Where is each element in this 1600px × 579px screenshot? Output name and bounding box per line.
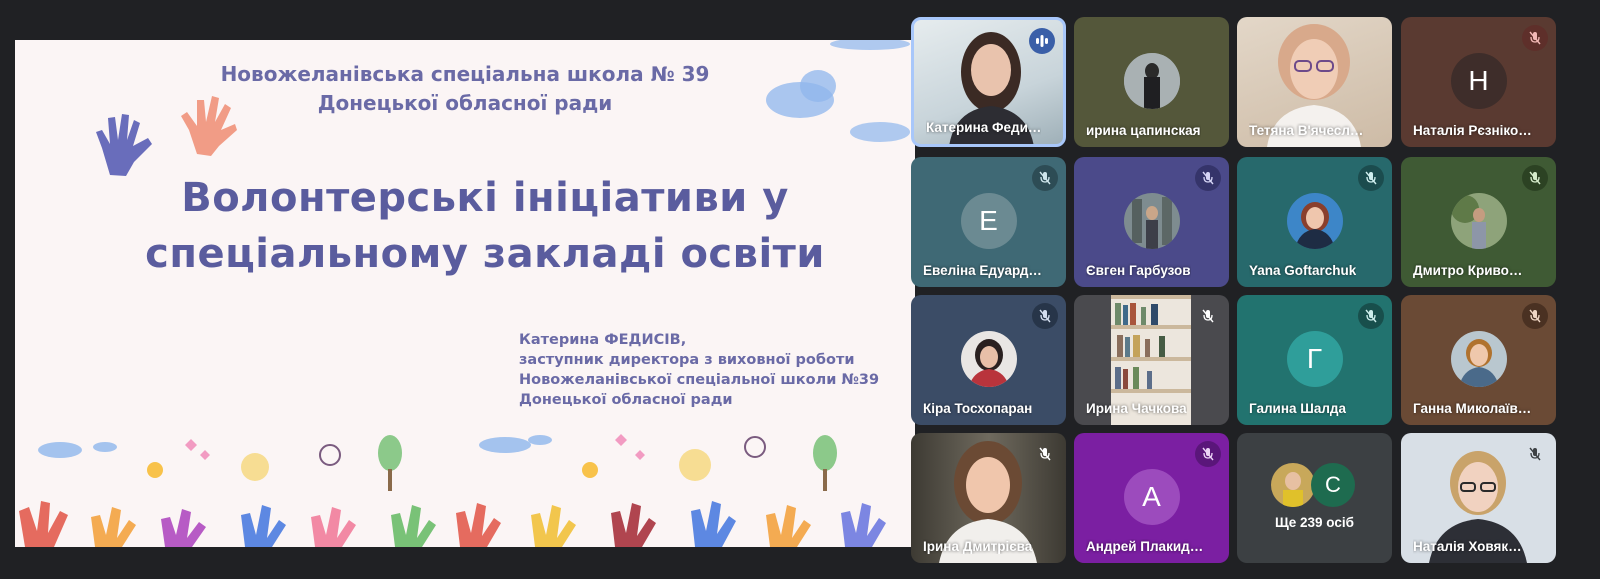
participant-name: Ганна Миколаїв… [1413, 401, 1532, 416]
mic-off-icon [1195, 165, 1221, 191]
participant-tile[interactable]: ирина цапинская [1074, 17, 1229, 147]
school-name: Новожеланівська спеціальна школа № 39 До… [15, 60, 915, 118]
author-line: Донецької обласної ради [519, 392, 733, 408]
author-line: Катерина ФЕДИСІВ, [519, 332, 687, 348]
avatar [960, 331, 1017, 387]
school-name-line1: Новожеланівська спеціальна школа № 39 [220, 62, 710, 86]
participant-name: Галина Шалда [1249, 401, 1346, 416]
mic-off-icon [1195, 441, 1221, 467]
slide-title-line1: Волонтерські ініціативи у [181, 175, 789, 221]
participant-name: Дмитро Криво… [1413, 263, 1523, 278]
mic-off-icon [1522, 25, 1548, 51]
participant-name: Андрей Плакид… [1086, 539, 1204, 554]
participant-tile[interactable]: Н Наталія Рєзніко… [1401, 17, 1556, 147]
author-line: заступник директора з виховної роботи [519, 352, 855, 368]
mic-off-icon [1032, 165, 1058, 191]
participant-tile[interactable]: А Андрей Плакид… [1074, 433, 1229, 563]
more-participants-tile[interactable]: С Ще 239 осіб [1237, 433, 1392, 563]
participant-name: Тетяна В'ячесл… [1249, 123, 1364, 138]
more-participants-count: Ще 239 осіб [1275, 515, 1354, 530]
mic-off-icon [1032, 303, 1058, 329]
avatar: С [1311, 463, 1355, 507]
mic-off-icon [1358, 303, 1384, 329]
avatar [1286, 193, 1343, 249]
mic-off-icon [1195, 303, 1221, 329]
audio-level-icon [1029, 28, 1055, 54]
author-line: Новожеланівської спеціальної школи №39 [519, 372, 880, 388]
mic-off-icon [1358, 165, 1384, 191]
participant-tile[interactable]: Ірина Дмитрієва [911, 433, 1066, 563]
slide-title-line2: спеціальному закладі освіти [145, 231, 825, 277]
mic-off-icon [1032, 441, 1058, 467]
school-name-line2: Донецької обласної ради [317, 91, 613, 115]
avatar: Е [960, 193, 1017, 249]
slide-author-block: Катерина ФЕДИСІВ, заступник директора з … [519, 330, 879, 410]
participant-tile[interactable]: Катерина Феди… [911, 17, 1066, 147]
participant-name: ирина цапинская [1086, 123, 1201, 138]
participant-name: Наталія Ховяк… [1413, 539, 1522, 554]
avatar: Г [1286, 331, 1343, 387]
mic-off-icon [1522, 165, 1548, 191]
participant-tile[interactable]: Е Евеліна Едуард… [911, 157, 1066, 287]
participant-tile[interactable]: Наталія Ховяк… [1401, 433, 1556, 563]
avatar [1450, 331, 1507, 387]
participant-name: Ирина Чачкова [1086, 401, 1187, 416]
participant-tile[interactable]: Кіра Тосхопаран [911, 295, 1066, 425]
participant-tile[interactable]: Ирина Чачкова [1074, 295, 1229, 425]
participant-name: Євген Гарбузов [1086, 263, 1191, 278]
avatar [1271, 463, 1315, 507]
avatar [1123, 193, 1180, 249]
participant-name: Наталія Рєзніко… [1413, 123, 1532, 138]
avatar [1123, 53, 1180, 109]
avatar: Н [1450, 53, 1507, 109]
slide-title: Волонтерські ініціативи у спеціальному з… [95, 170, 875, 282]
mic-off-icon [1522, 441, 1548, 467]
avatar: А [1123, 469, 1180, 525]
participant-name: Кіра Тосхопаран [923, 401, 1033, 416]
participant-tile[interactable]: Євген Гарбузов [1074, 157, 1229, 287]
participant-name: Катерина Феди… [926, 120, 1042, 135]
mic-off-icon [1522, 303, 1548, 329]
participant-tile[interactable]: Г Галина Шалда [1237, 295, 1392, 425]
participant-tile[interactable]: Yana Goftarchuk [1237, 157, 1392, 287]
participant-tile[interactable]: Тетяна В'ячесл… [1237, 17, 1392, 147]
participant-name: Ірина Дмитрієва [923, 539, 1033, 554]
participant-name: Yana Goftarchuk [1249, 263, 1357, 278]
hands-border-drawing [19, 434, 886, 547]
presentation-slide: Новожеланівська спеціальна школа № 39 До… [15, 40, 915, 547]
avatar [1450, 193, 1507, 249]
participant-tile[interactable]: Ганна Миколаїв… [1401, 295, 1556, 425]
participant-name: Евеліна Едуард… [923, 263, 1042, 278]
participant-tile[interactable]: Дмитро Криво… [1401, 157, 1556, 287]
